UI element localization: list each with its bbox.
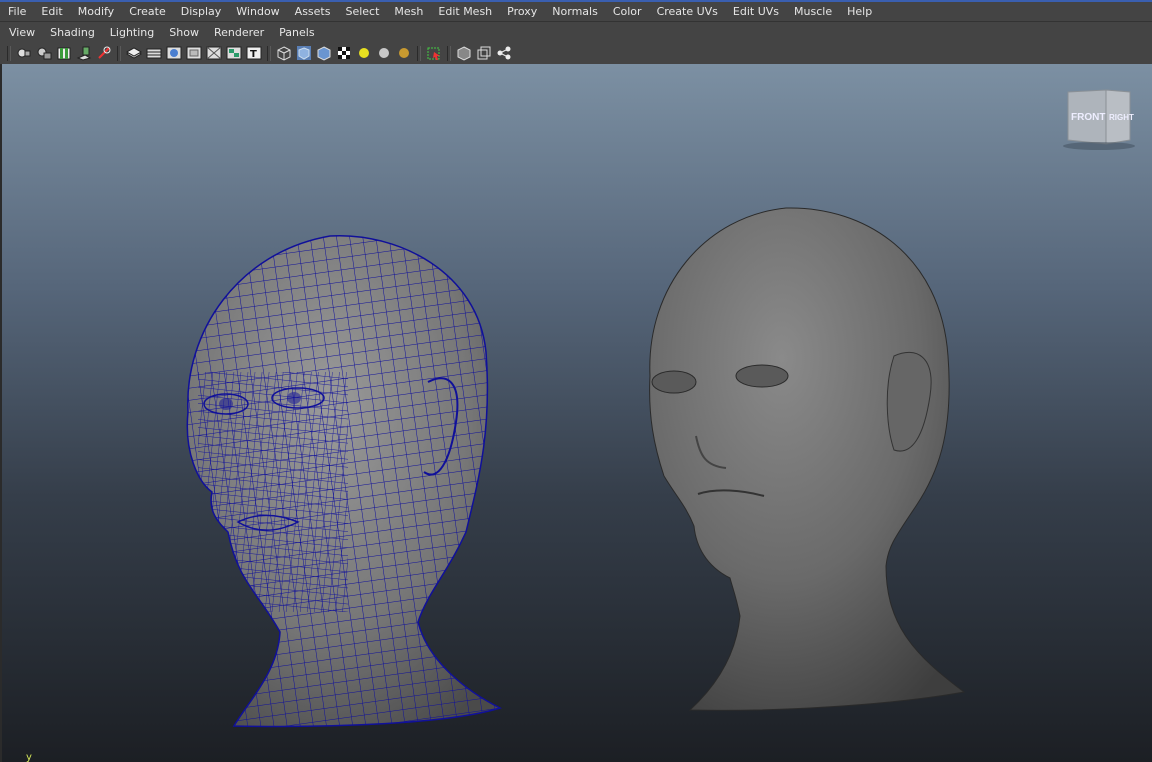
menu-edit[interactable]: Edit (33, 2, 69, 21)
smooth-shade-icon[interactable] (296, 45, 312, 61)
menu-window[interactable]: Window (228, 2, 286, 21)
camera-select-icon[interactable] (16, 45, 32, 61)
menu-edit-mesh[interactable]: Edit Mesh (430, 2, 499, 21)
default-light-icon[interactable] (356, 45, 372, 61)
texture-display-icon[interactable] (226, 45, 242, 61)
viewcube[interactable]: FRONT RIGHT (1062, 86, 1136, 152)
shaded-head-model[interactable] (636, 206, 976, 716)
wireframe-head-model[interactable] (178, 232, 508, 732)
svg-text:T: T (250, 49, 257, 60)
menu-mesh[interactable]: Mesh (386, 2, 430, 21)
wireframe-icon[interactable] (276, 45, 292, 61)
menu-display[interactable]: Display (173, 2, 229, 21)
toolbar-grip[interactable] (7, 45, 11, 61)
menu-create-uvs[interactable]: Create UVs (649, 2, 725, 21)
all-lights-icon[interactable] (376, 45, 392, 61)
isolate-select-icon[interactable] (426, 45, 442, 61)
viewcube-front-label[interactable]: FRONT (1071, 112, 1105, 123)
camera-attributes-icon[interactable] (36, 45, 52, 61)
menu-edit-uvs[interactable]: Edit UVs (725, 2, 786, 21)
3d-viewport[interactable]: FRONT RIGHT y (0, 64, 1152, 762)
menu-create[interactable]: Create (121, 2, 173, 21)
menu-assets[interactable]: Assets (287, 2, 338, 21)
menu-muscle[interactable]: Muscle (786, 2, 839, 21)
panel-menu-shading[interactable]: Shading (41, 24, 101, 42)
panel-menu-show[interactable]: Show (160, 24, 205, 42)
resolution-gate-icon[interactable] (126, 45, 142, 61)
film-gate-icon[interactable] (146, 45, 162, 61)
panel-menu-renderer[interactable]: Renderer (205, 24, 270, 42)
image-plane-icon[interactable] (76, 45, 92, 61)
smooth-shade-selected-icon[interactable] (316, 45, 332, 61)
panel-menu-view[interactable]: View (0, 24, 41, 42)
menu-normals[interactable]: Normals (544, 2, 605, 21)
menu-proxy[interactable]: Proxy (499, 2, 544, 21)
toolbar-separator (447, 45, 451, 61)
textured-icon[interactable] (336, 45, 352, 61)
menu-help[interactable]: Help (839, 2, 879, 21)
text-icon[interactable]: T (246, 45, 262, 61)
field-chart-icon[interactable] (166, 45, 182, 61)
panel-menu-panels[interactable]: Panels (270, 24, 320, 42)
toolbar-separator (267, 45, 271, 61)
safe-action-icon[interactable] (186, 45, 202, 61)
share-icon[interactable] (496, 45, 512, 61)
safe-title-icon[interactable] (206, 45, 222, 61)
panel-menubar: View Shading Lighting Show Renderer Pane… (0, 24, 321, 42)
viewcube-right-label[interactable]: RIGHT (1109, 113, 1134, 122)
xray-joints-icon[interactable] (476, 45, 492, 61)
menu-color[interactable]: Color (605, 2, 649, 21)
xray-icon[interactable] (456, 45, 472, 61)
panel-menu-lighting[interactable]: Lighting (101, 24, 160, 42)
grid-icon[interactable] (96, 45, 112, 61)
axis-y-label: y (26, 752, 32, 762)
panel-toolbar: T (4, 44, 514, 62)
main-menubar: File Edit Modify Create Display Window A… (0, 2, 1152, 21)
menu-file[interactable]: File (0, 2, 33, 21)
menu-modify[interactable]: Modify (70, 2, 121, 21)
viewport-panel-header: View Shading Lighting Show Renderer Pane… (0, 21, 1152, 65)
bookmarks-icon[interactable] (56, 45, 72, 61)
toolbar-separator (117, 45, 121, 61)
shadows-icon[interactable] (396, 45, 412, 61)
menu-select[interactable]: Select (337, 2, 386, 21)
toolbar-separator (417, 45, 421, 61)
